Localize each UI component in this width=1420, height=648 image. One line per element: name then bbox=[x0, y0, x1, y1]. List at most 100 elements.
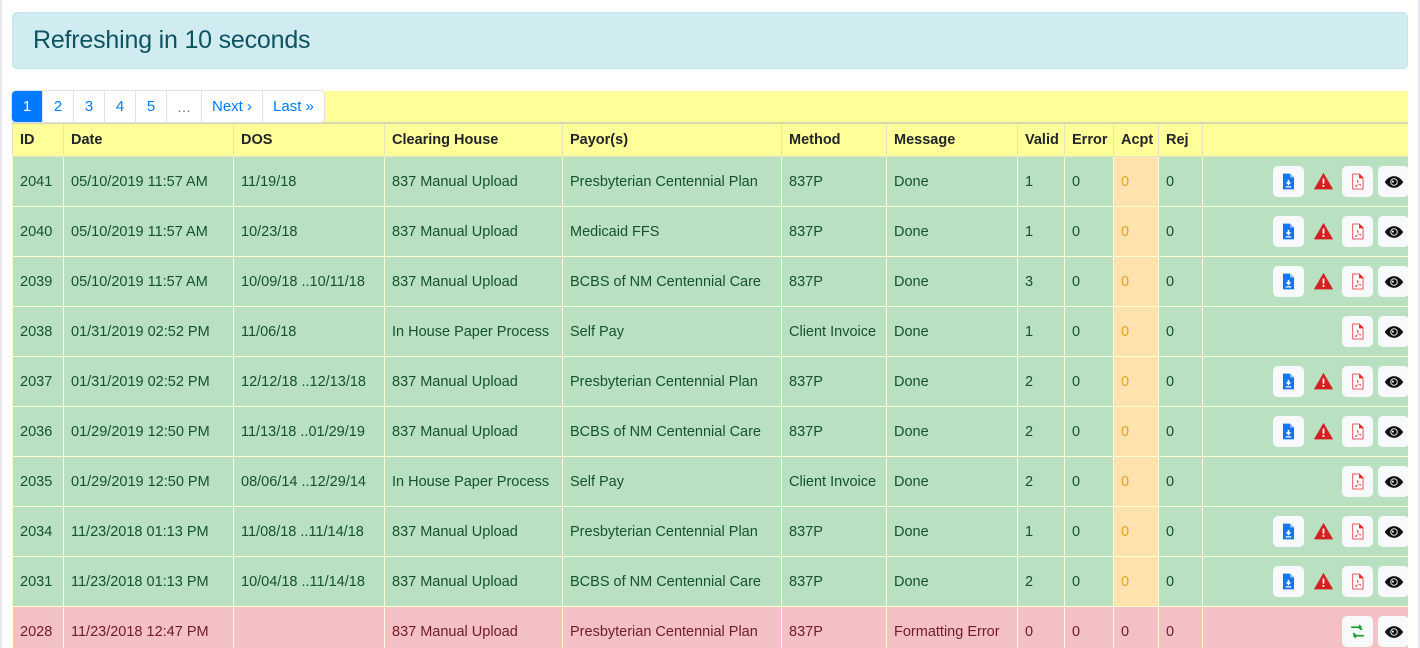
table-row[interactable]: 2040 05/10/2019 11:57 AM 10/23/18 837 Manua… bbox=[12, 206, 1408, 257]
row-action-buttons bbox=[1210, 216, 1408, 247]
cell-valid[interactable]: 3 bbox=[1017, 256, 1065, 307]
table-row[interactable]: 2037 01/31/2019 02:52 PM 12/12/18 ..12/13/… bbox=[12, 356, 1408, 407]
eye-icon[interactable] bbox=[1378, 516, 1408, 547]
column-header-valid: Valid bbox=[1017, 122, 1065, 157]
warning-triangle-icon[interactable] bbox=[1309, 216, 1337, 247]
pdf-file-icon[interactable] bbox=[1342, 416, 1373, 447]
cell-clearing-house: 837 Manual Upload bbox=[384, 356, 563, 407]
pagination-page-3[interactable]: 3 bbox=[74, 91, 105, 122]
pagination-page-1[interactable]: 1 bbox=[12, 91, 43, 122]
column-header-payor-s-: Payor(s) bbox=[562, 122, 782, 157]
pagination[interactable]: 1 2 3 4 5… Next › Last » bbox=[12, 91, 324, 122]
cell-method: 837P bbox=[781, 356, 887, 407]
cell-message: Done bbox=[886, 356, 1018, 407]
warning-triangle-icon[interactable] bbox=[1309, 266, 1337, 297]
file-download-icon[interactable] bbox=[1273, 566, 1304, 597]
file-download-icon[interactable] bbox=[1273, 266, 1304, 297]
table-row[interactable]: 2031 11/23/2018 01:13 PM 10/04/18 ..11/14/… bbox=[12, 556, 1408, 607]
cell-error: 0 bbox=[1064, 406, 1114, 457]
column-header-date: Date bbox=[63, 122, 234, 157]
cell-method: 837P bbox=[781, 156, 887, 207]
cell-method: 837P bbox=[781, 206, 887, 257]
file-download-icon[interactable] bbox=[1273, 166, 1304, 197]
cell-dos: 08/06/14 ..12/29/14 bbox=[233, 456, 385, 507]
warning-triangle-icon[interactable] bbox=[1309, 516, 1337, 547]
table-row[interactable]: 2039 05/10/2019 11:57 AM 10/09/18 ..10/11/… bbox=[12, 256, 1408, 307]
eye-icon[interactable] bbox=[1378, 466, 1408, 497]
eye-icon[interactable] bbox=[1378, 166, 1408, 197]
file-download-icon[interactable] bbox=[1273, 366, 1304, 397]
cell-payors: Presbyterian Centennial Plan bbox=[562, 356, 782, 407]
cell-valid[interactable]: 1 bbox=[1017, 306, 1065, 357]
row-action-buttons bbox=[1210, 366, 1408, 397]
pdf-file-icon[interactable] bbox=[1342, 216, 1373, 247]
pagination-last[interactable]: Last » bbox=[263, 91, 324, 122]
pagination-page-4[interactable]: 4 bbox=[105, 91, 136, 122]
row-action-buttons bbox=[1210, 466, 1408, 497]
cell-dos: 11/08/18 ..11/14/18 bbox=[233, 506, 385, 557]
pagination-page-5[interactable]: 5 bbox=[136, 91, 167, 122]
cell-message: Done bbox=[886, 206, 1018, 257]
pagination-next[interactable]: Next › bbox=[202, 91, 264, 122]
cell-dos: 10/04/18 ..11/14/18 bbox=[233, 556, 385, 607]
cell-actions bbox=[1202, 206, 1408, 257]
cell-actions bbox=[1202, 356, 1408, 407]
file-download-icon[interactable] bbox=[1273, 416, 1304, 447]
cell-id: 2035 bbox=[12, 456, 64, 507]
cell-valid[interactable]: 1 bbox=[1017, 156, 1065, 207]
cell-valid[interactable]: 2 bbox=[1017, 556, 1065, 607]
cell-valid[interactable]: 2 bbox=[1017, 356, 1065, 407]
pdf-file-icon[interactable] bbox=[1342, 166, 1373, 197]
cell-actions bbox=[1202, 556, 1408, 607]
pdf-file-icon[interactable] bbox=[1342, 316, 1373, 347]
cell-acpt: 0 bbox=[1113, 256, 1159, 307]
table-header: ID Date DOS Clearing House Payor(s) Method Mes… bbox=[12, 122, 1408, 157]
table-row[interactable]: 2034 11/23/2018 01:13 PM 11/08/18 ..11/14/… bbox=[12, 506, 1408, 557]
eye-icon[interactable] bbox=[1378, 366, 1408, 397]
cell-rej: 0 bbox=[1158, 156, 1203, 207]
row-action-buttons bbox=[1210, 516, 1408, 547]
eye-icon[interactable] bbox=[1378, 616, 1408, 647]
file-download-icon[interactable] bbox=[1273, 516, 1304, 547]
pdf-file-icon[interactable] bbox=[1342, 516, 1373, 547]
pdf-file-icon[interactable] bbox=[1342, 566, 1373, 597]
column-header-actions bbox=[1202, 122, 1408, 157]
table-row[interactable]: 2028 11/23/2018 12:47 PM 837 Manual Upload… bbox=[12, 606, 1408, 648]
warning-triangle-icon[interactable] bbox=[1309, 366, 1337, 397]
cell-actions bbox=[1202, 606, 1408, 648]
cell-id: 2037 bbox=[12, 356, 64, 407]
eye-icon[interactable] bbox=[1378, 316, 1408, 347]
table-row[interactable]: 2035 01/29/2019 12:50 PM 08/06/14 ..12/29/… bbox=[12, 456, 1408, 507]
cell-id: 2036 bbox=[12, 406, 64, 457]
cell-valid[interactable]: 1 bbox=[1017, 206, 1065, 257]
cell-method: Client Invoice bbox=[781, 306, 887, 357]
eye-icon[interactable] bbox=[1378, 566, 1408, 597]
eye-icon[interactable] bbox=[1378, 266, 1408, 297]
table-row[interactable]: 2036 01/29/2019 12:50 PM 11/13/18 ..01/29/… bbox=[12, 406, 1408, 457]
cell-payors: Presbyterian Centennial Plan bbox=[562, 606, 782, 648]
cell-dos: 12/12/18 ..12/13/18 bbox=[233, 356, 385, 407]
file-download-icon[interactable] bbox=[1273, 216, 1304, 247]
pdf-file-icon[interactable] bbox=[1342, 266, 1373, 297]
cell-error: 0 bbox=[1064, 156, 1114, 207]
cell-valid[interactable]: 1 bbox=[1017, 506, 1065, 557]
cell-id: 2028 bbox=[12, 606, 64, 648]
cell-payors: BCBS of NM Centennial Care bbox=[562, 256, 782, 307]
table-row[interactable]: 2041 05/10/2019 11:57 AM 11/19/18 837 Manua… bbox=[12, 156, 1408, 207]
cell-valid[interactable]: 2 bbox=[1017, 406, 1065, 457]
table-row[interactable]: 2038 01/31/2019 02:52 PM 11/06/18 In House … bbox=[12, 306, 1408, 357]
warning-triangle-icon[interactable] bbox=[1309, 416, 1337, 447]
pagination-dots: … bbox=[167, 91, 202, 122]
eye-icon[interactable] bbox=[1378, 416, 1408, 447]
pdf-file-icon[interactable] bbox=[1342, 366, 1373, 397]
eye-icon[interactable] bbox=[1378, 216, 1408, 247]
pdf-file-icon[interactable] bbox=[1342, 466, 1373, 497]
refresh-icon[interactable] bbox=[1342, 616, 1373, 647]
cell-actions bbox=[1202, 456, 1408, 507]
column-header-id: ID bbox=[12, 122, 64, 157]
cell-valid[interactable]: 0 bbox=[1017, 606, 1065, 648]
cell-valid[interactable]: 2 bbox=[1017, 456, 1065, 507]
warning-triangle-icon[interactable] bbox=[1309, 566, 1337, 597]
pagination-page-2[interactable]: 2 bbox=[43, 91, 74, 122]
warning-triangle-icon[interactable] bbox=[1309, 166, 1337, 197]
